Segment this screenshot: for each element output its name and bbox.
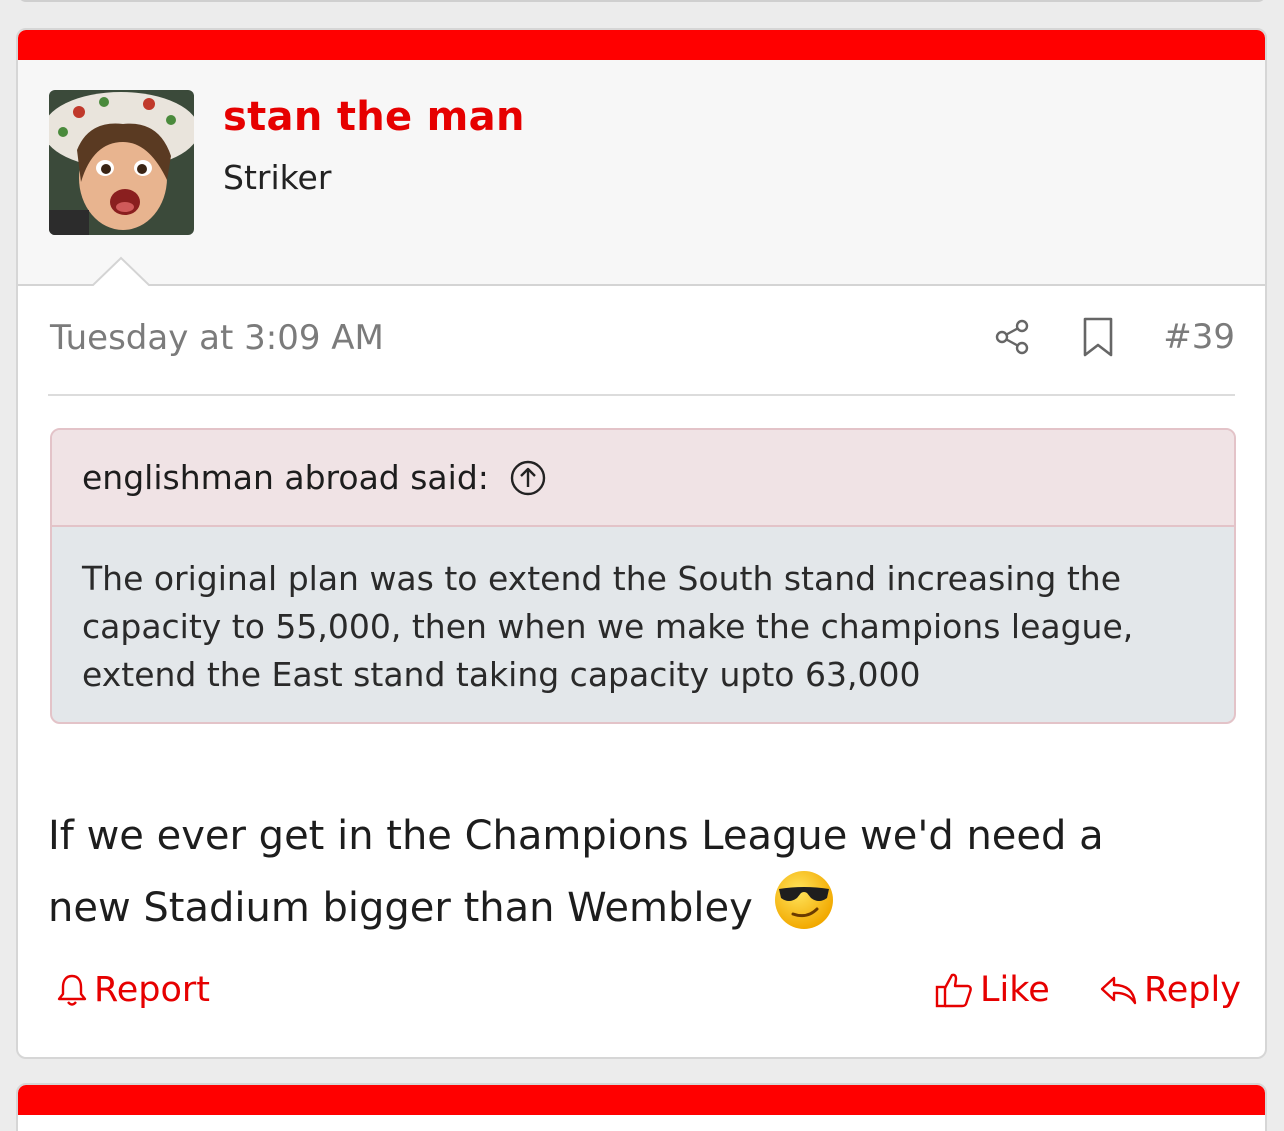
sunglasses-emoji-icon <box>775 871 834 929</box>
thumbs-up-icon <box>935 973 972 1008</box>
user-title: Striker <box>223 158 332 197</box>
like-button[interactable]: Like <box>934 970 1050 1010</box>
user-block: stan the man Striker <box>18 60 1265 286</box>
share-icon[interactable] <box>993 317 1033 357</box>
bell-icon <box>57 974 87 1006</box>
report-button[interactable]: Report <box>56 970 210 1010</box>
quote-header: englishman abroad said: <box>52 430 1234 527</box>
post-meta-actions: #39 <box>993 316 1235 358</box>
report-label: Report <box>94 970 211 1010</box>
quote-text: The original plan was to extend the Sout… <box>82 559 1134 694</box>
next-post-top <box>16 1083 1267 1131</box>
post-header-bar <box>18 30 1265 60</box>
quote-author[interactable]: englishman abroad said: <box>82 458 489 497</box>
post-date[interactable]: Tuesday at 3:09 AM <box>50 318 384 358</box>
page: stan the man Striker Tuesday at 3:09 AM <box>0 0 1284 1131</box>
reply-arrow-icon <box>1100 976 1137 1005</box>
next-post-header-bar <box>18 1085 1265 1115</box>
post-message: If we ever get in the Champions League w… <box>48 803 1198 941</box>
like-label: Like <box>980 970 1050 1010</box>
previous-post-bottom <box>18 0 1266 2</box>
quote-block: englishman abroad said: The original pla… <box>50 428 1236 724</box>
reply-label: Reply <box>1144 970 1241 1010</box>
post-meta: Tuesday at 3:09 AM #39 <box>48 286 1235 396</box>
reply-button[interactable]: Reply <box>1098 970 1241 1010</box>
user-block-pointer <box>92 256 150 286</box>
post-number-link[interactable]: #39 <box>1163 317 1235 357</box>
bookmark-icon[interactable] <box>1081 316 1115 358</box>
message-text: If we ever get in the Champions League w… <box>48 813 1104 931</box>
username[interactable]: stan the man <box>223 94 525 140</box>
arrow-circle-up-icon[interactable] <box>509 459 547 497</box>
avatar[interactable] <box>49 90 194 235</box>
forum-post: stan the man Striker Tuesday at 3:09 AM <box>16 28 1267 1059</box>
post-actions: Report Like Reply <box>48 970 1241 1020</box>
